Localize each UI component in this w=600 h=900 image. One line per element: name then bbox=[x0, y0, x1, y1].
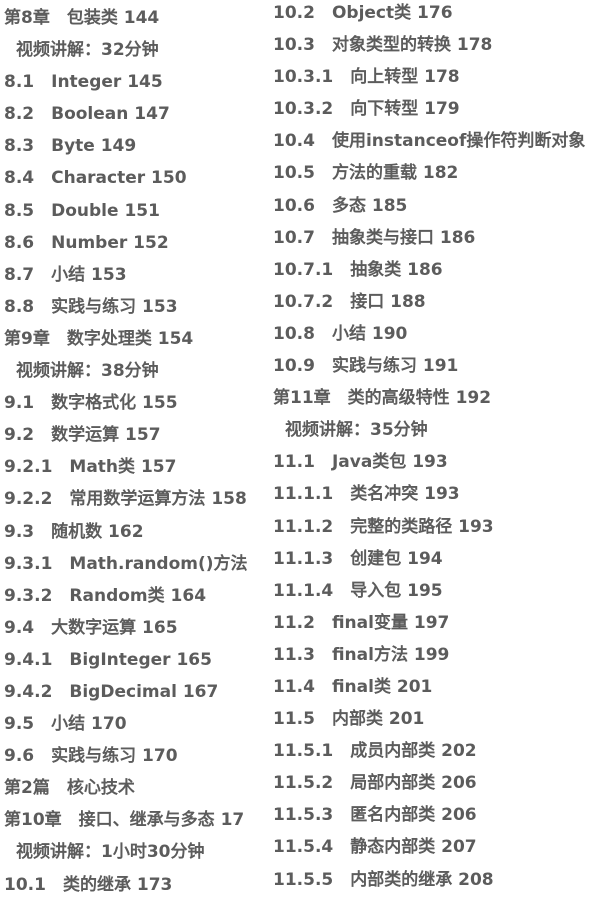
toc-entry: 8.5 Double 151 bbox=[4, 200, 160, 221]
toc-entry: 11.2 final变量 197 bbox=[273, 612, 450, 633]
toc-entry: 8.8 实践与练习 153 bbox=[4, 296, 178, 317]
toc-entry: 第8章 包装类 144 bbox=[4, 8, 160, 28]
toc-entry: 10.3.1 向上转型 178 bbox=[273, 67, 460, 88]
toc-entry: 10.7.1 抽象类 186 bbox=[273, 259, 443, 280]
toc-entry: 8.6 Number 152 bbox=[4, 232, 169, 253]
toc-entry: 9.2.1 Math类 157 bbox=[4, 457, 177, 478]
toc-entry: 9.5 小结 170 bbox=[4, 714, 127, 735]
toc-entry: 10.3.2 向下转型 179 bbox=[273, 99, 460, 120]
toc-entry: 11.1.4 导入包 195 bbox=[273, 580, 443, 601]
toc-entry: 10.6 多态 185 bbox=[273, 195, 408, 216]
toc-entry: 11.5.3 匿名内部类 206 bbox=[273, 805, 477, 826]
toc-entry: 11.5.2 局部内部类 206 bbox=[273, 773, 477, 794]
toc-entry: 10.7 抽象类与接口 186 bbox=[273, 227, 476, 248]
toc-entry: 9.1 数字格式化 155 bbox=[4, 393, 178, 414]
toc-video-note: 视频讲解：35分钟 bbox=[285, 420, 428, 441]
toc-entry: 8.2 Boolean 147 bbox=[4, 104, 170, 125]
toc-entry: 11.5 内部类 201 bbox=[273, 709, 425, 730]
toc-entry: 9.3 随机数 162 bbox=[4, 521, 144, 542]
toc-entry: 11.1.2 完整的类路径 193 bbox=[273, 516, 494, 537]
toc-entry: 9.4 大数字运算 165 bbox=[4, 617, 178, 638]
toc-entry: 第11章 类的高级特性 192 bbox=[273, 388, 492, 409]
toc-entry: 11.1 Java类包 193 bbox=[273, 452, 448, 473]
toc-entry: 10.2 Object类 176 bbox=[273, 3, 453, 23]
toc-entry: 11.5.1 成员内部类 202 bbox=[273, 741, 477, 762]
toc-video-note: 视频讲解：32分钟 bbox=[16, 40, 159, 61]
toc-entry: 9.2 数学运算 157 bbox=[4, 425, 161, 446]
toc-entry: 9.4.1 BigInteger 165 bbox=[4, 649, 212, 670]
toc-entry: 11.5.5 内部类的继承 208 bbox=[273, 869, 494, 890]
toc-entry: 第9章 数字处理类 154 bbox=[4, 328, 194, 349]
toc-entry: 9.2.2 常用数学运算方法 158 bbox=[4, 489, 247, 510]
toc-entry: 8.1 Integer 145 bbox=[4, 72, 163, 93]
toc-entry: 10.4 使用instanceof操作符判断对象 bbox=[273, 131, 586, 152]
toc-entry: 第10章 接口、继承与多态 17 bbox=[4, 810, 245, 831]
toc-entry: 9.6 实践与练习 170 bbox=[4, 746, 178, 767]
toc-left-column: 第8章 包装类 144 视频讲解：32分钟 8.1 Integer 145 8.2 B… bbox=[4, 2, 264, 900]
toc-entry: 11.4 final类 201 bbox=[273, 676, 433, 697]
toc-entry: 8.7 小结 153 bbox=[4, 264, 127, 285]
toc-right-column: 10.2 Object类 176 10.3 对象类型的转换 178 10.3.1 向… bbox=[273, 0, 600, 900]
toc-entry: 第2篇 核心技术 bbox=[4, 778, 135, 799]
toc-entry: 9.3.2 Random类 164 bbox=[4, 585, 207, 606]
toc-entry: 8.4 Character 150 bbox=[4, 168, 187, 189]
toc-entry: 9.3.1 Math.random()方法 bbox=[4, 553, 248, 574]
toc-entry: 10.3 对象类型的转换 178 bbox=[273, 35, 493, 56]
toc-video-note: 视频讲解：1小时30分钟 bbox=[16, 842, 205, 863]
toc-entry: 11.5.4 静态内部类 207 bbox=[273, 837, 477, 858]
toc-entry: 11.1.1 类名冲突 193 bbox=[273, 484, 460, 505]
toc-entry: 10.7.2 接口 188 bbox=[273, 291, 426, 312]
toc-entry: 9.4.2 BigDecimal 167 bbox=[4, 681, 219, 702]
toc-entry: 10.5 方法的重载 182 bbox=[273, 163, 459, 184]
toc-entry: 10.8 小结 190 bbox=[273, 323, 408, 344]
toc-entry: 10.1 类的继承 173 bbox=[4, 874, 173, 895]
toc-entry: 11.3 final方法 199 bbox=[273, 644, 450, 665]
toc-entry: 11.1.3 创建包 194 bbox=[273, 548, 443, 569]
toc-entry: 8.3 Byte 149 bbox=[4, 136, 137, 157]
toc-entry: 10.9 实践与练习 191 bbox=[273, 356, 459, 377]
toc-video-note: 视频讲解：38分钟 bbox=[16, 361, 159, 382]
